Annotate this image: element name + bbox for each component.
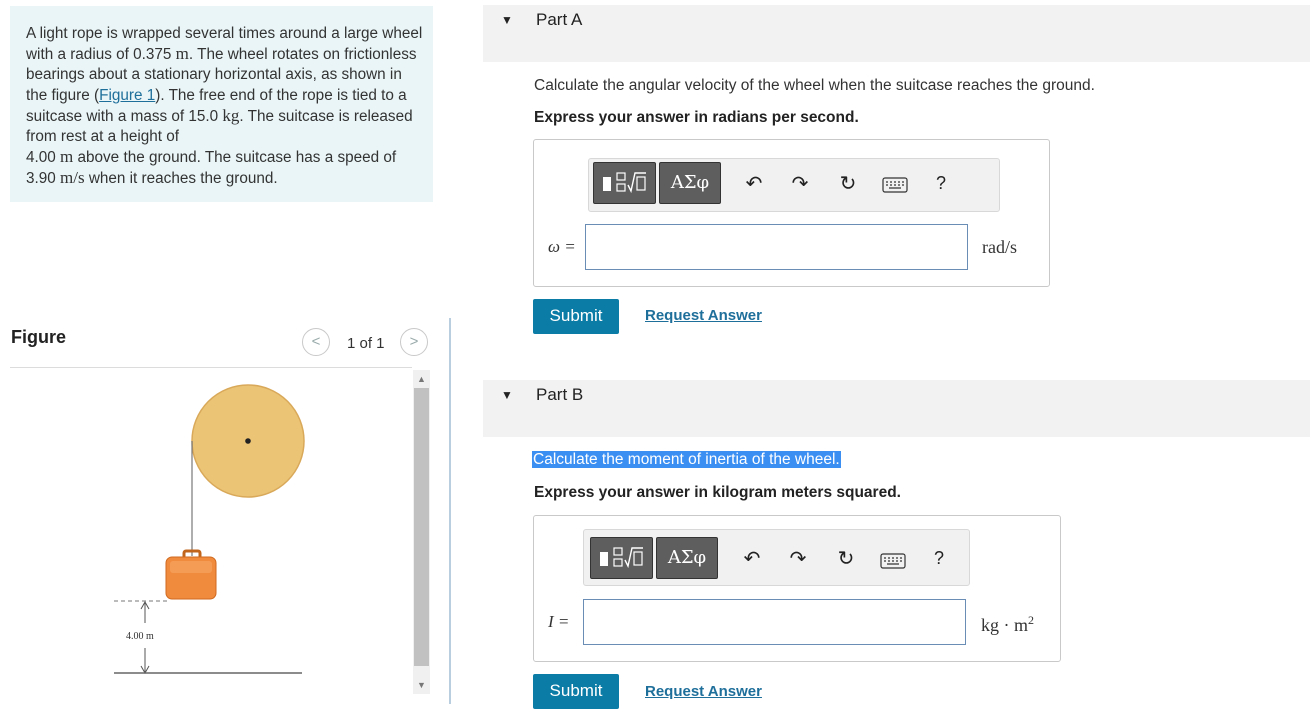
- part-a-collapse-icon[interactable]: ▼: [501, 13, 513, 27]
- unit-m: m: [60, 147, 74, 167]
- part-a-submit-button[interactable]: Submit: [533, 299, 619, 334]
- help-icon[interactable]: ?: [936, 173, 946, 194]
- part-b-unit-exponent: 2: [1028, 613, 1034, 627]
- figure-link[interactable]: Figure 1: [99, 87, 155, 104]
- redo-icon[interactable]: ↷: [786, 547, 810, 571]
- moment-of-inertia-label: I =: [548, 612, 570, 631]
- part-a-instruction: Express your answer in radians per secon…: [534, 109, 859, 126]
- problem-text-part: 4.00: [26, 149, 61, 167]
- figure-next-button[interactable]: >: [400, 328, 428, 356]
- part-b-collapse-icon[interactable]: ▼: [501, 388, 513, 402]
- part-b-title[interactable]: Part B: [536, 385, 583, 405]
- omega-input[interactable]: [585, 224, 968, 270]
- reset-icon[interactable]: ↻: [836, 172, 860, 196]
- keyboard-icon[interactable]: [880, 553, 906, 569]
- moment-of-inertia-input[interactable]: [583, 599, 966, 645]
- greek-symbols-button[interactable]: ΑΣφ: [656, 537, 718, 579]
- problem-statement: A light rope is wrapped several times ar…: [10, 6, 433, 202]
- omega-label: ω =: [548, 237, 576, 256]
- part-b-unit: kg · m2: [981, 613, 1034, 636]
- part-b-question: Calculate the moment of inertia of the w…: [532, 451, 841, 469]
- figure-counter: 1 of 1: [347, 335, 385, 352]
- part-a-unit: rad/s: [982, 237, 1017, 257]
- fraction-root-icon: [603, 172, 646, 194]
- part-b-instruction: Express your answer in kilogram meters s…: [534, 484, 901, 501]
- part-a-header[interactable]: [483, 5, 1310, 62]
- part-b-request-answer-link[interactable]: Request Answer: [645, 683, 762, 700]
- templates-button[interactable]: [590, 537, 653, 579]
- reset-icon[interactable]: ↻: [834, 547, 858, 571]
- templates-button[interactable]: [593, 162, 656, 204]
- unit-m: m: [175, 44, 189, 64]
- problem-text: A light rope is wrapped several times ar…: [26, 24, 424, 190]
- wheel-suitcase-figure: 4.00 m: [114, 384, 305, 675]
- help-icon[interactable]: ?: [934, 548, 944, 569]
- problem-text-part: when it reaches the ground.: [84, 170, 278, 188]
- keyboard-icon[interactable]: [882, 177, 908, 193]
- unit-speed: m/s: [60, 168, 85, 188]
- figure-scrollbar-thumb[interactable]: [414, 388, 429, 666]
- fraction-root-icon: [600, 547, 643, 569]
- part-b-unit-base: kg · m: [981, 615, 1028, 635]
- part-a-request-answer-link[interactable]: Request Answer: [645, 307, 762, 324]
- greek-symbols-button[interactable]: ΑΣφ: [659, 162, 721, 204]
- figure-divider: [10, 367, 412, 368]
- scroll-up-icon[interactable]: ▲: [413, 371, 430, 387]
- part-a-question: Calculate the angular velocity of the wh…: [534, 77, 1095, 94]
- scroll-down-icon[interactable]: ▼: [413, 677, 430, 693]
- redo-icon[interactable]: ↷: [788, 172, 812, 196]
- undo-icon[interactable]: ↶: [742, 172, 766, 196]
- height-label: 4.00 m: [126, 631, 154, 642]
- unit-kg: kg: [222, 105, 240, 125]
- pane-divider[interactable]: [449, 318, 451, 704]
- figure-prev-button[interactable]: <: [302, 328, 330, 356]
- undo-icon[interactable]: ↶: [740, 547, 764, 571]
- part-a-title[interactable]: Part A: [536, 10, 582, 30]
- suitcase-shine: [170, 561, 212, 573]
- figure-title: Figure: [11, 327, 67, 347]
- part-b-question-highlighted: Calculate the moment of inertia of the w…: [532, 451, 841, 468]
- part-b-header[interactable]: [483, 380, 1310, 437]
- wheel-axle: [245, 438, 251, 444]
